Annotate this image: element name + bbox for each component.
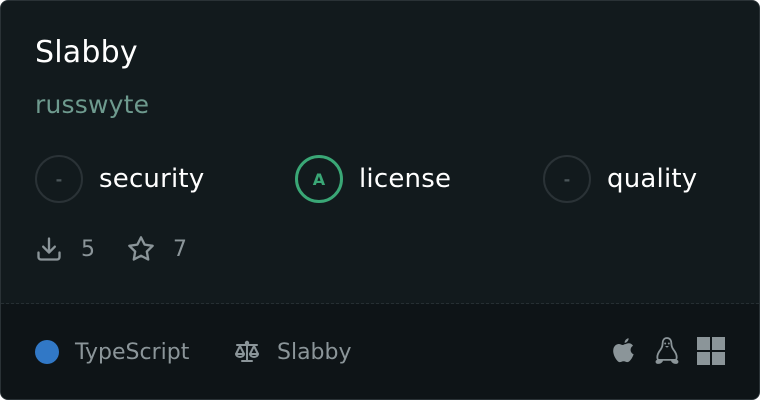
package-name[interactable]: Slabby [35,35,138,70]
license-label: license [359,164,452,194]
security-grade-badge: - [35,155,83,203]
quality-score[interactable]: - quality [543,155,697,203]
scale-icon [235,340,259,362]
package-card[interactable]: Slabby russwyte - security A license - q… [0,0,760,400]
download-icon [37,237,61,261]
quality-label: quality [607,164,698,194]
stars-count: 7 [173,236,187,262]
license-score[interactable]: A license [295,155,451,203]
security-score[interactable]: - security [35,155,204,203]
linux-icon [655,337,679,364]
language-color-dot [35,340,59,364]
card-footer: TypeScript Slabby [1,304,759,399]
platform-icons [611,334,725,368]
card-body: Slabby russwyte - security A license - q… [1,1,759,303]
security-label: security [99,164,205,194]
apple-icon [613,338,634,363]
downloads-count: 5 [81,236,95,262]
license-indicator: Slabby [233,339,352,365]
language-indicator: TypeScript [35,339,189,365]
language-name: TypeScript [75,339,190,365]
windows-icon [697,337,725,365]
downloads-stat: 5 [35,234,95,264]
stars-stat: 7 [127,234,187,264]
star-icon [128,236,154,261]
license-name: Slabby [277,339,352,365]
license-grade-badge: A [295,155,343,203]
package-owner[interactable]: russwyte [35,90,149,119]
quality-grade-badge: - [543,155,591,203]
